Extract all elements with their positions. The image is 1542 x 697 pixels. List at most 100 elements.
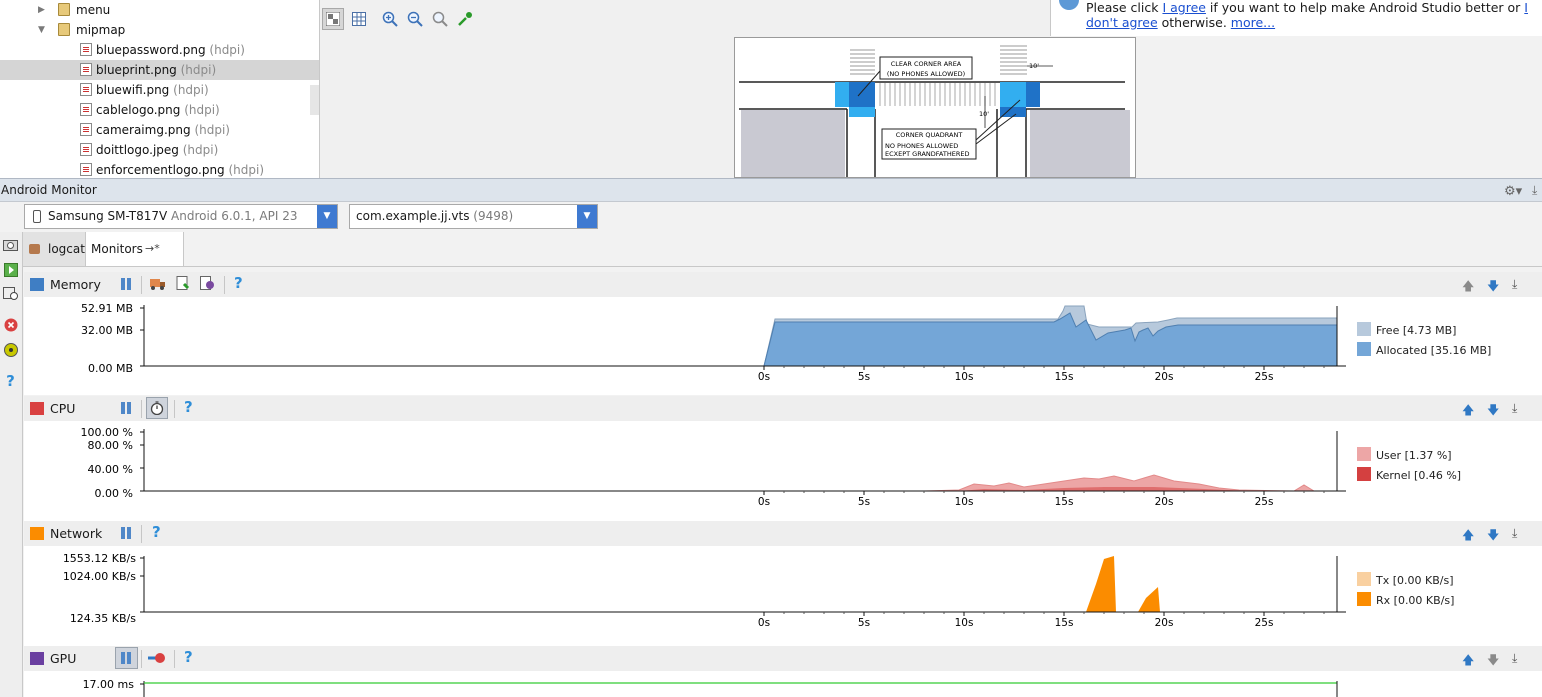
- help-icon[interactable]: ?: [184, 398, 193, 416]
- grid-toggle-button[interactable]: [348, 8, 370, 30]
- zoom-in-button[interactable]: [379, 8, 401, 30]
- screen-record-button[interactable]: [2, 261, 19, 278]
- blueprint-dimension: 10': [979, 110, 989, 118]
- legend-swatch-rx: [1357, 592, 1371, 606]
- device-icon: [33, 210, 41, 223]
- hprof-button[interactable]: [2, 341, 19, 358]
- tree-folder-mipmap[interactable]: ▼ mipmap: [0, 20, 319, 40]
- notification-text-part: Please click: [1086, 0, 1163, 15]
- help-button[interactable]: ?: [2, 372, 19, 390]
- minimize-icon[interactable]: ⤓: [1512, 526, 1517, 541]
- tree-file[interactable]: doittlogo.jpeg (hdpi): [0, 140, 319, 160]
- x-tick-label: 10s: [955, 496, 974, 508]
- move-up-icon[interactable]: 🡅: [1462, 401, 1474, 422]
- chevron-down-icon[interactable]: ▼: [317, 205, 337, 228]
- process-selector[interactable]: com.example.jj.vts (9498) ▼: [349, 204, 598, 229]
- pause-button[interactable]: [121, 527, 132, 539]
- tab-monitors[interactable]: Monitors →*: [86, 232, 184, 266]
- y-tick-label: 17.00 ms: [83, 678, 135, 691]
- monitor-name: Memory: [50, 277, 101, 292]
- hazard-icon: [3, 342, 18, 357]
- system-information-button[interactable]: [2, 285, 19, 302]
- help-icon[interactable]: ?: [234, 274, 243, 292]
- chevron-down-icon[interactable]: ▼: [577, 205, 597, 228]
- x-axis-ticks: 0s 5s 10s 15s 20s 25s: [758, 366, 1325, 383]
- move-down-icon[interactable]: 🡇: [1487, 526, 1499, 547]
- pin-tab-icon[interactable]: →*: [145, 232, 160, 266]
- dump-java-heap-button[interactable]: [176, 276, 191, 291]
- gpu-profiling-button[interactable]: [148, 651, 166, 665]
- file-qualifier: (hdpi): [173, 83, 209, 97]
- minimize-icon[interactable]: ⤓: [1512, 401, 1517, 416]
- initiate-gc-button[interactable]: [150, 276, 165, 291]
- tree-folder-menu[interactable]: ▶ menu: [0, 0, 319, 20]
- image-file-icon: [80, 83, 92, 96]
- file-qualifier: (hdpi): [194, 123, 230, 137]
- legend-label: Allocated [35.16 MB]: [1376, 344, 1492, 357]
- move-up-icon[interactable]: 🡅: [1462, 651, 1474, 672]
- allocation-tracking-button[interactable]: [200, 276, 215, 291]
- file-qualifier: (hdpi): [180, 63, 217, 77]
- x-tick-label: 5s: [858, 496, 870, 508]
- separator: [141, 650, 142, 668]
- color-picker-button[interactable]: [454, 8, 476, 30]
- device-selector[interactable]: Samsung SM-T817V Android 6.0.1, API 23 ▼: [24, 204, 338, 229]
- tree-file[interactable]: cameraimg.png (hdpi): [0, 120, 319, 140]
- tree-file[interactable]: bluewifi.png (hdpi): [0, 80, 319, 100]
- network-monitor-header: Network ? 🡅 🡇 ⤓: [24, 521, 1542, 546]
- help-icon[interactable]: ?: [184, 648, 193, 666]
- legend-label: Rx [0.00 KB/s]: [1376, 594, 1455, 607]
- monitor-name: CPU: [50, 401, 76, 416]
- more-link[interactable]: more...: [1231, 15, 1275, 30]
- move-down-icon[interactable]: 🡇: [1487, 401, 1499, 422]
- y-tick-label: 80.00 %: [88, 439, 133, 452]
- legend-label: Tx [0.00 KB/s]: [1376, 574, 1454, 587]
- terminate-application-button[interactable]: [2, 316, 19, 333]
- pause-button[interactable]: [115, 647, 138, 669]
- pause-button[interactable]: [121, 402, 132, 414]
- play-icon: [3, 262, 18, 277]
- network-chart: 1553.12 KB/s 1024.00 KB/s 124.35 KB/s 0s…: [63, 552, 1346, 629]
- x-tick-label: 20s: [1155, 496, 1174, 508]
- y-tick-label: 52.91 MB: [81, 302, 133, 315]
- method-tracing-button[interactable]: [146, 397, 168, 419]
- expand-arrow-icon[interactable]: ▶: [38, 0, 45, 20]
- tree-file-selected[interactable]: blueprint.png (hdpi): [0, 60, 319, 80]
- tab-logcat[interactable]: logcat: [23, 232, 86, 266]
- file-qualifier: (hdpi): [184, 103, 220, 117]
- garbage-truck-icon: [150, 279, 165, 290]
- x-tick-label: 0s: [758, 496, 770, 508]
- move-down-icon[interactable]: 🡇: [1487, 651, 1499, 672]
- gear-icon[interactable]: ⚙▾: [1504, 184, 1522, 199]
- i-agree-link[interactable]: I agree: [1162, 0, 1206, 15]
- zoom-out-button[interactable]: [404, 8, 426, 30]
- camera-icon: [3, 240, 18, 251]
- minimize-icon[interactable]: ⤓: [1512, 277, 1517, 292]
- folder-icon: [58, 23, 70, 36]
- folder-icon: [58, 3, 70, 16]
- tree-file[interactable]: cablelogo.png (hdpi): [0, 100, 319, 120]
- move-down-icon[interactable]: 🡇: [1487, 277, 1499, 298]
- blueprint-label: CLEAR CORNER AREA: [891, 60, 962, 68]
- collapse-arrow-icon[interactable]: ▼: [38, 20, 45, 40]
- actual-size-button[interactable]: [429, 8, 451, 30]
- chessboard-toggle-button[interactable]: [322, 8, 344, 30]
- move-up-icon[interactable]: 🡅: [1462, 526, 1474, 547]
- pause-button[interactable]: [121, 278, 132, 290]
- screen-capture-button[interactable]: [2, 236, 19, 253]
- notification-text: Please click I agree if you want to help…: [1086, 0, 1536, 30]
- tree-file[interactable]: bluepassword.png (hdpi): [0, 40, 319, 60]
- tree-file[interactable]: enforcementlogo.png (hdpi): [0, 160, 319, 178]
- separator: [174, 650, 175, 668]
- blueprint-label: ECXEPT GRANDFATHERED: [885, 150, 969, 158]
- hide-panel-icon[interactable]: ⤓: [1532, 183, 1537, 198]
- minimize-icon[interactable]: ⤓: [1512, 651, 1517, 666]
- device-detail: Android 6.0.1, API 23: [167, 209, 298, 223]
- tree-scrollbar-thumb[interactable]: [310, 85, 319, 115]
- gpu-chart-area: 17.00 ms: [24, 671, 1542, 697]
- info-icon: [1059, 0, 1079, 10]
- move-up-icon[interactable]: 🡅: [1462, 277, 1474, 298]
- process-pid: (9498): [469, 209, 514, 223]
- help-icon[interactable]: ?: [152, 523, 161, 541]
- monitor-tabs: logcat Monitors →*: [23, 232, 1542, 267]
